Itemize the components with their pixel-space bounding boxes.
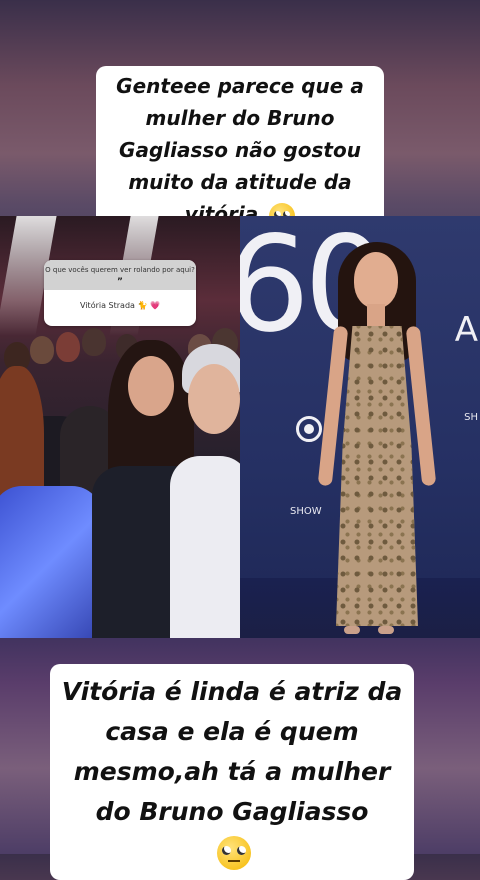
crowd-member — [82, 328, 106, 356]
backdrop-text-right: SH — [464, 412, 478, 423]
question-text: O que vocês querem ver rolando por aqui? — [45, 266, 195, 274]
concert-audience-photo: O que vocês querem ver rolando por aqui?… — [0, 216, 240, 638]
woman-face — [354, 252, 398, 308]
bottom-caption: Vitória é linda é atriz da casa e ela é … — [50, 664, 414, 880]
top-caption: Genteee parece que a mulher do Bruno Gag… — [96, 66, 384, 234]
red-carpet-photo: 60 A SHOW SH — [240, 216, 480, 638]
answer-text: Vitória Strada — [80, 301, 135, 310]
sequin-dress-woman — [0, 486, 102, 638]
crowd-member — [30, 336, 54, 364]
shoe — [378, 626, 394, 634]
bottom-caption-text: Vitória é linda é atriz da casa e ela é … — [61, 677, 403, 826]
backdrop-letter: A — [454, 310, 478, 350]
backdrop-text-left: SHOW — [290, 506, 322, 517]
woman-center-face — [128, 356, 174, 416]
globo-logo-icon — [296, 416, 322, 442]
rolling-eyes-emoji-icon — [217, 836, 251, 870]
question-answer: Vitória Strada 🐈 💗 — [44, 290, 196, 310]
question-sticker-header: O que vocês querem ver rolando por aqui?… — [44, 260, 196, 290]
top-caption-text: Genteee parece que a mulher do Bruno Gag… — [116, 74, 364, 226]
quote-mark-icon: ” — [117, 277, 123, 287]
man-face — [188, 364, 240, 434]
sequin-slip-dress — [336, 326, 418, 626]
shoe — [344, 626, 360, 634]
crowd-member — [56, 332, 80, 362]
question-sticker: O que vocês querem ver rolando por aqui?… — [44, 260, 196, 326]
man-shirt — [170, 456, 240, 638]
answer-emojis: 🐈 💗 — [137, 301, 160, 310]
